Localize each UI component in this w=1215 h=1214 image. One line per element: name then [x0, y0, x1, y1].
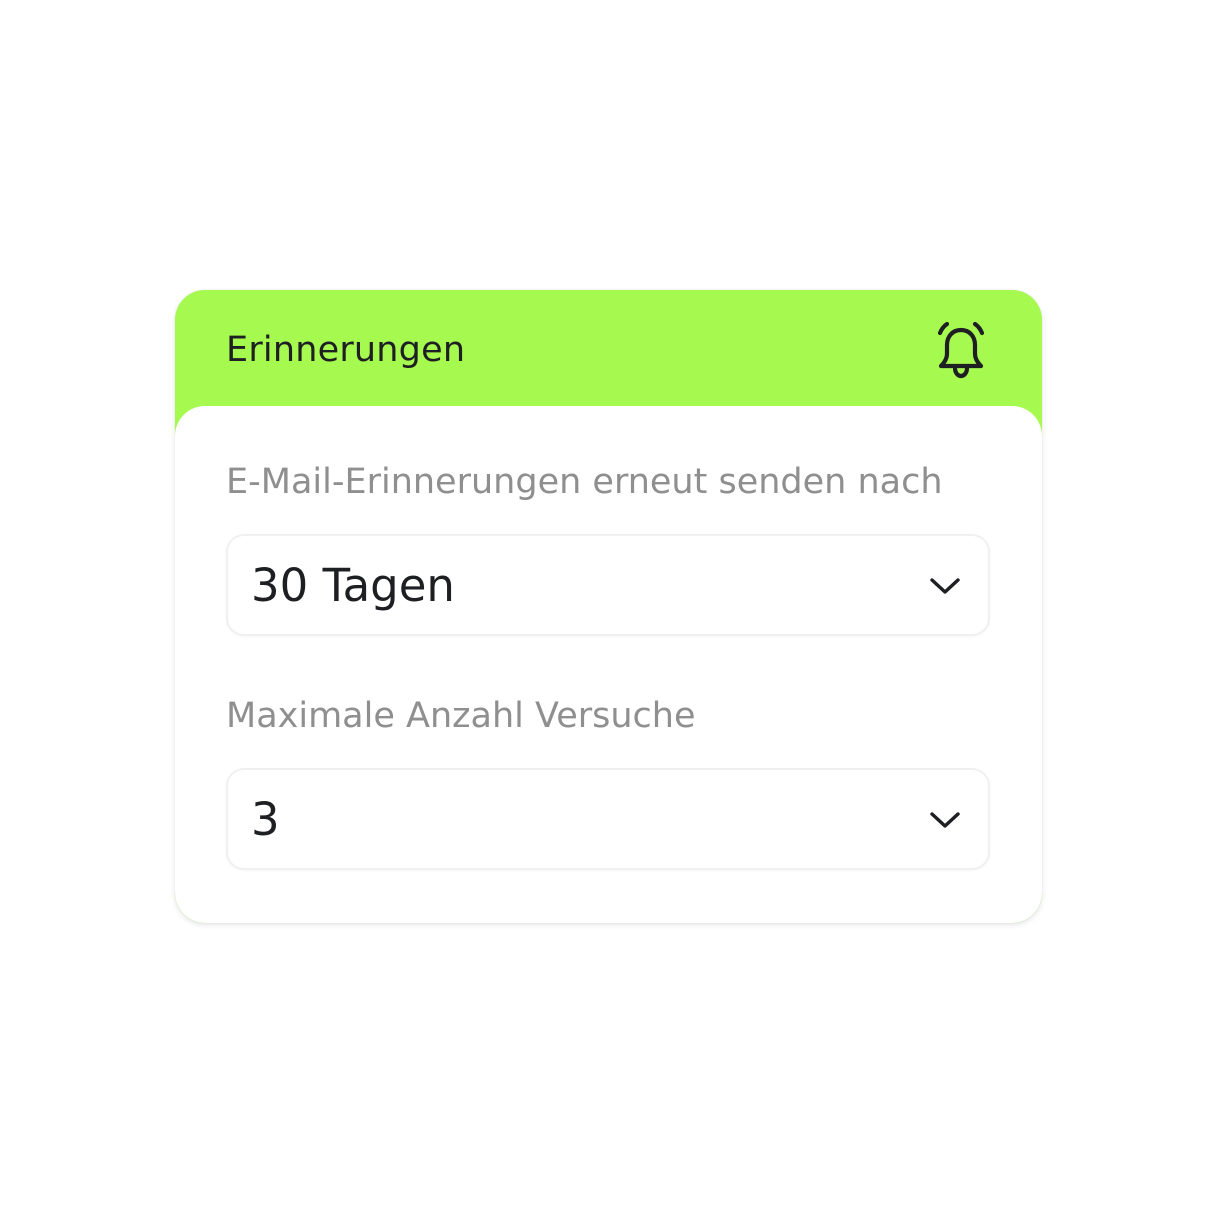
- reminders-card: Erinnerungen E-Mail-Erinnerungen erneut …: [175, 290, 1042, 923]
- bell-alarm-icon: [937, 321, 985, 379]
- resend-interval-select[interactable]: 30 Tagen: [226, 534, 990, 636]
- card-header: Erinnerungen: [175, 290, 1042, 408]
- card-title: Erinnerungen: [226, 330, 466, 370]
- resend-interval-value: 30 Tagen: [251, 559, 455, 612]
- max-attempts-label: Maximale Anzahl Versuche: [226, 696, 696, 736]
- max-attempts-select[interactable]: 3: [226, 768, 990, 870]
- chevron-down-icon: [930, 812, 960, 828]
- chevron-down-icon: [930, 578, 960, 594]
- card-body: E-Mail-Erinnerungen erneut senden nach 3…: [175, 406, 1042, 923]
- max-attempts-value: 3: [251, 793, 280, 846]
- resend-interval-label: E-Mail-Erinnerungen erneut senden nach: [226, 462, 943, 502]
